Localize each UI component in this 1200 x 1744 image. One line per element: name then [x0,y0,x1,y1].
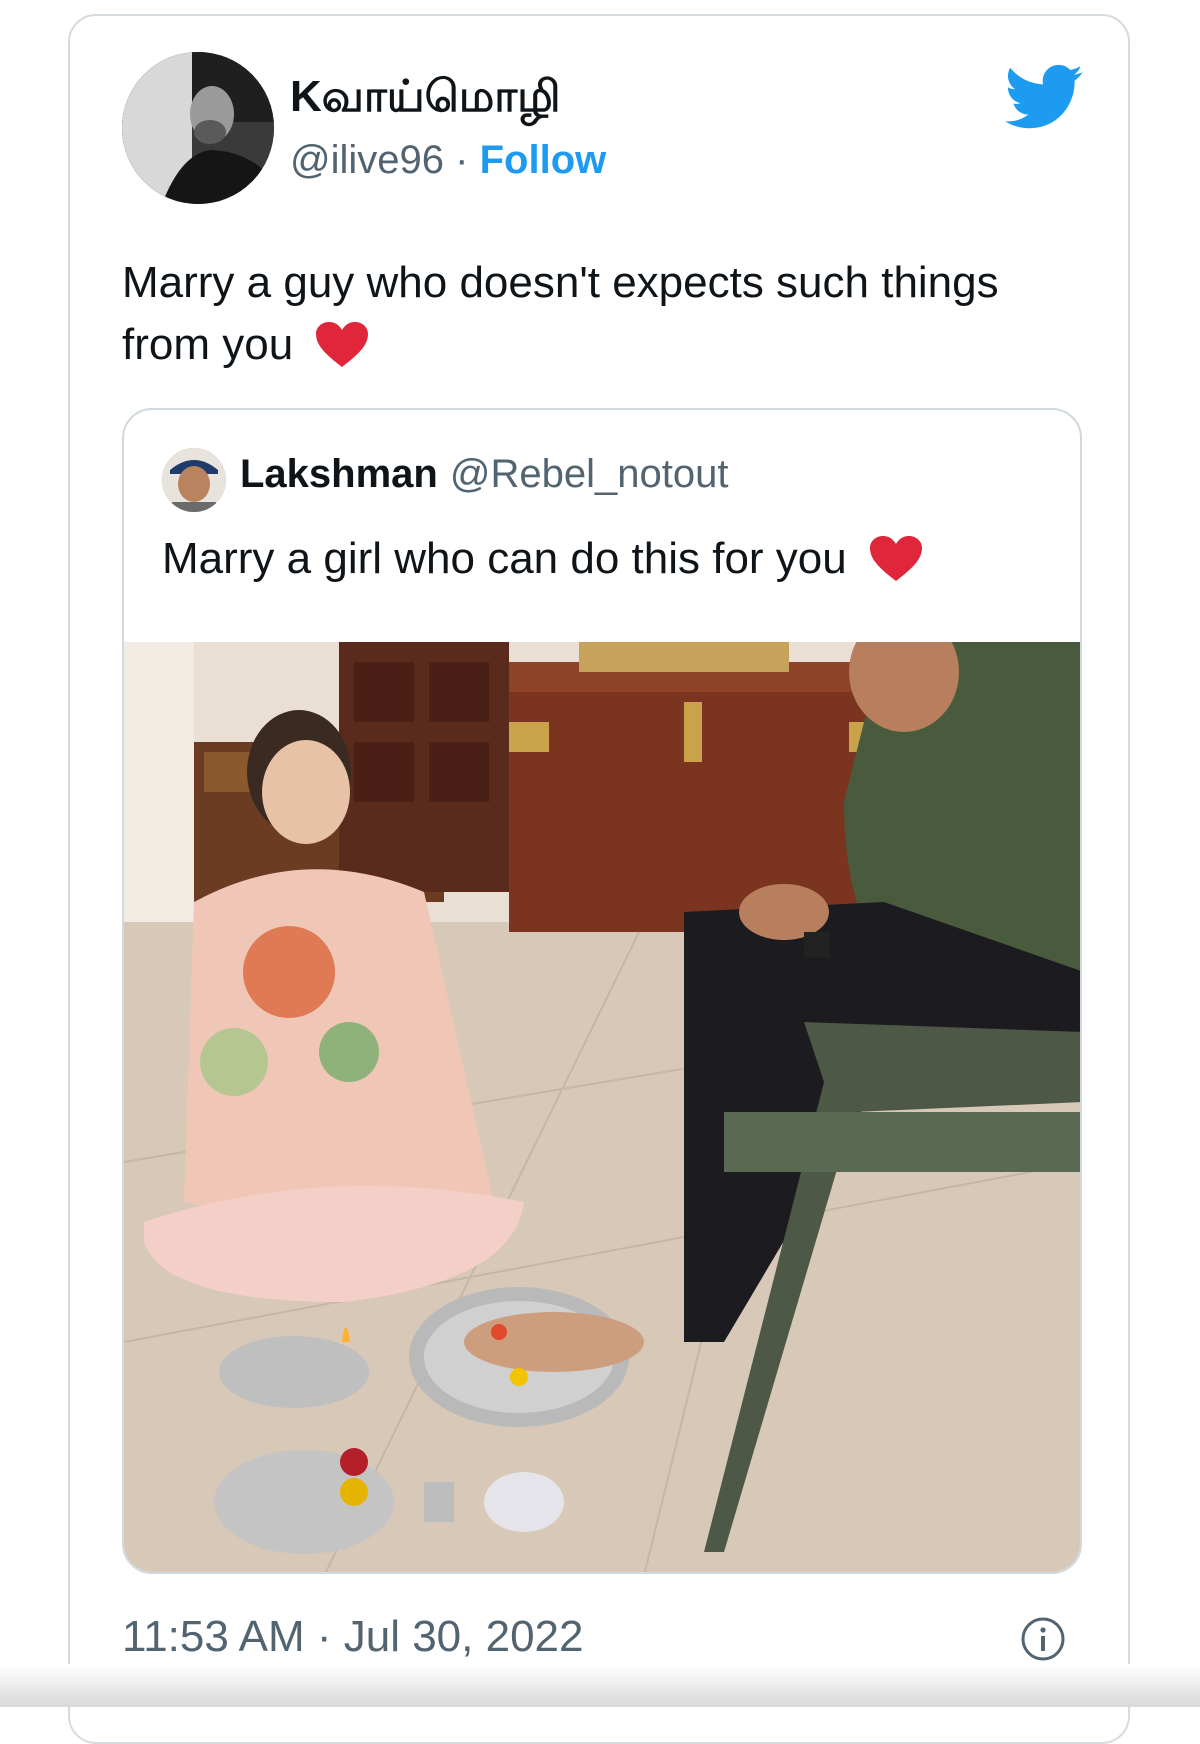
author-avatar-photo [122,52,274,204]
tweet-text: Marry a guy who doesn't expects such thi… [122,258,999,369]
follow-button[interactable]: Follow [480,138,607,182]
quoted-author-avatar-photo [162,448,226,512]
quoted-author-display-name[interactable]: Lakshman [240,452,438,496]
quoted-author-avatar[interactable] [162,448,226,512]
red-heart-icon [316,322,369,367]
quoted-tweet-photo[interactable] [124,642,1082,1574]
quoted-tweet-text: Marry a girl who can do this for you [162,534,847,583]
author-display-name[interactable]: Kவாய்மொழி [290,72,561,128]
bottom-shadow [0,1664,1200,1707]
tweet-body: Marry a guy who doesn't expects such thi… [122,252,1082,376]
tweet-timestamp[interactable]: 11:53 AM · Jul 30, 2022 [122,1612,583,1662]
info-icon[interactable] [1020,1616,1066,1662]
red-heart-icon [869,536,922,581]
twitter-bird-icon[interactable] [1006,64,1084,130]
quoted-tweet[interactable]: Lakshman @Rebel_notout Marry a girl who c… [122,408,1082,1574]
quoted-tweet-body: Marry a girl who can do this for you [162,534,923,584]
quoted-author-name-row: Lakshman @Rebel_notout [240,452,728,497]
quoted-author-handle[interactable]: @Rebel_notout [450,452,729,496]
author-handle[interactable]: @ilive96 [290,138,444,182]
author-avatar[interactable] [122,52,274,204]
handle-separator: · [455,138,469,182]
author-handle-row: @ilive96 · Follow [290,138,606,183]
tweet-card[interactable]: Kவாய்மொழி @ilive96 · Follow Marry a guy … [68,14,1130,1744]
